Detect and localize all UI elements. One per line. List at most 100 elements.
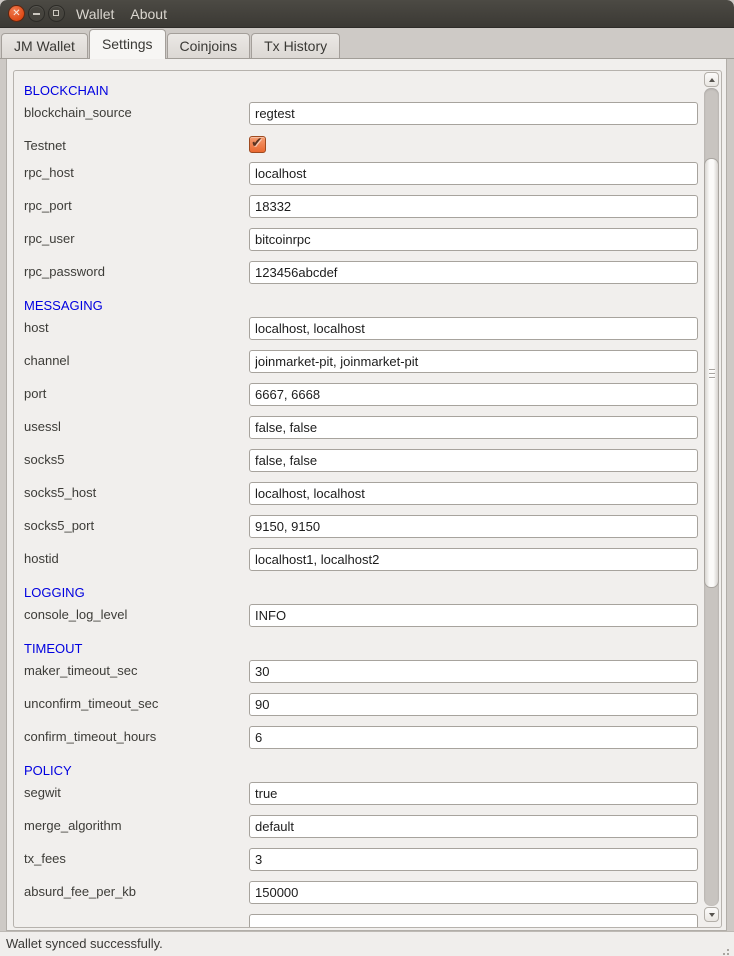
- settings-row-socks5-port: socks5_port: [24, 515, 704, 548]
- field-label: confirm_timeout_hours: [24, 726, 249, 748]
- settings-row-confirm-timeout-hours: confirm_timeout_hours: [24, 726, 704, 759]
- field-label: socks5_host: [24, 482, 249, 504]
- tab-settings[interactable]: Settings: [89, 29, 166, 59]
- field-input-partial[interactable]: [249, 914, 698, 927]
- scroll-down-button[interactable]: [704, 907, 719, 922]
- settings-row-segwit: segwit: [24, 782, 704, 815]
- close-button[interactable]: ✕: [8, 5, 25, 22]
- settings-row-absurd-fee-per-kb: absurd_fee_per_kb: [24, 881, 704, 914]
- settings-row-blockchain-source: blockchain_source: [24, 102, 704, 135]
- section-header-timeout: TIMEOUT: [24, 637, 704, 660]
- field-label: channel: [24, 350, 249, 372]
- settings-row-usessl: usessl: [24, 416, 704, 449]
- resize-grip-icon[interactable]: [727, 949, 729, 951]
- section-header-messaging: MESSAGING: [24, 294, 704, 317]
- field-label: blockchain_source: [24, 102, 249, 124]
- section-header-blockchain: BLOCKCHAIN: [24, 79, 704, 102]
- grip-icon: [709, 369, 715, 381]
- field-input-confirm-timeout-hours[interactable]: [249, 726, 698, 749]
- settings-row-merge-algorithm: merge_algorithm: [24, 815, 704, 848]
- checkmark-icon: ✔: [251, 134, 263, 151]
- field-label: unconfirm_timeout_sec: [24, 693, 249, 715]
- minimize-button[interactable]: [28, 5, 45, 22]
- tab-bar: JM WalletSettingsCoinjoinsTx History: [0, 28, 734, 59]
- settings-row-rpc-user: rpc_user: [24, 228, 704, 261]
- scrollbar-track[interactable]: [704, 88, 719, 906]
- field-label: rpc_user: [24, 228, 249, 250]
- field-input-rpc-port[interactable]: [249, 195, 698, 218]
- maximize-button[interactable]: [48, 5, 65, 22]
- field-label: socks5: [24, 449, 249, 471]
- settings-row-maker-timeout-sec: maker_timeout_sec: [24, 660, 704, 693]
- settings-row-partial: [24, 914, 704, 927]
- triangle-down-icon: [709, 913, 715, 917]
- field-label: merge_algorithm: [24, 815, 249, 837]
- settings-pane: BLOCKCHAINblockchain_source Testnet✔rpc_h…: [6, 59, 727, 931]
- field-label: Testnet: [24, 135, 249, 157]
- triangle-up-icon: [709, 78, 715, 82]
- field-input-merge-algorithm[interactable]: [249, 815, 698, 838]
- menubar: Wallet About: [76, 0, 167, 28]
- status-message: Wallet synced successfully.: [6, 932, 163, 956]
- field-label: host: [24, 317, 249, 339]
- app-window: ✕ Wallet About JM WalletSettingsCoinjoin…: [0, 0, 734, 956]
- field-label: rpc_port: [24, 195, 249, 217]
- settings-row-rpc-host: rpc_host: [24, 162, 704, 195]
- section-header-policy: POLICY: [24, 759, 704, 782]
- tab-coinjoins[interactable]: Coinjoins: [167, 33, 251, 58]
- vertical-scrollbar[interactable]: [704, 72, 720, 926]
- field-input-blockchain-source[interactable]: [249, 102, 698, 125]
- settings-row-rpc-password: rpc_password: [24, 261, 704, 294]
- field-label: rpc_password: [24, 261, 249, 283]
- checkbox-testnet[interactable]: ✔: [249, 136, 266, 153]
- settings-row-console-log-level: console_log_level: [24, 604, 704, 637]
- field-input-channel[interactable]: [249, 350, 698, 373]
- minimize-icon: [33, 13, 40, 15]
- field-input-usessl[interactable]: [249, 416, 698, 439]
- section-header-logging: LOGGING: [24, 581, 704, 604]
- settings-row-tx-fees: tx_fees: [24, 848, 704, 881]
- field-label: usessl: [24, 416, 249, 438]
- field-input-hostid[interactable]: [249, 548, 698, 571]
- settings-row-socks5: socks5: [24, 449, 704, 482]
- field-label: absurd_fee_per_kb: [24, 881, 249, 903]
- field-label: port: [24, 383, 249, 405]
- field-input-tx-fees[interactable]: [249, 848, 698, 871]
- field-input-socks5-port[interactable]: [249, 515, 698, 538]
- field-input-port[interactable]: [249, 383, 698, 406]
- field-input-host[interactable]: [249, 317, 698, 340]
- status-bar: Wallet synced successfully.: [0, 931, 734, 956]
- field-input-console-log-level[interactable]: [249, 604, 698, 627]
- scrollbar-thumb[interactable]: [704, 158, 719, 588]
- settings-row-hostid: hostid: [24, 548, 704, 581]
- field-input-unconfirm-timeout-sec[interactable]: [249, 693, 698, 716]
- field-input-socks5[interactable]: [249, 449, 698, 472]
- field-label: console_log_level: [24, 604, 249, 626]
- settings-row-channel: channel: [24, 350, 704, 383]
- menu-about[interactable]: About: [130, 6, 167, 22]
- settings-scroll-area: BLOCKCHAINblockchain_source Testnet✔rpc_h…: [13, 70, 722, 928]
- field-label: rpc_host: [24, 162, 249, 184]
- field-label: maker_timeout_sec: [24, 660, 249, 682]
- field-input-socks5-host[interactable]: [249, 482, 698, 505]
- close-icon: ✕: [9, 6, 24, 21]
- settings-row-unconfirm-timeout-sec: unconfirm_timeout_sec: [24, 693, 704, 726]
- field-label: socks5_port: [24, 515, 249, 537]
- field-input-absurd-fee-per-kb[interactable]: [249, 881, 698, 904]
- scroll-up-button[interactable]: [704, 72, 719, 87]
- tab-tx-history[interactable]: Tx History: [251, 33, 340, 58]
- field-input-rpc-password[interactable]: [249, 261, 698, 284]
- field-input-maker-timeout-sec[interactable]: [249, 660, 698, 683]
- field-input-rpc-host[interactable]: [249, 162, 698, 185]
- menu-wallet[interactable]: Wallet: [76, 6, 114, 22]
- settings-row-rpc-port: rpc_port: [24, 195, 704, 228]
- settings-row-socks5-host: socks5_host: [24, 482, 704, 515]
- settings-form: BLOCKCHAINblockchain_source Testnet✔rpc_h…: [14, 71, 704, 927]
- settings-row-port: port: [24, 383, 704, 416]
- settings-row-host: host: [24, 317, 704, 350]
- field-input-rpc-user[interactable]: [249, 228, 698, 251]
- field-input-segwit[interactable]: [249, 782, 698, 805]
- field-label: tx_fees: [24, 848, 249, 870]
- tab-jm-wallet[interactable]: JM Wallet: [1, 33, 88, 58]
- field-label: segwit: [24, 782, 249, 804]
